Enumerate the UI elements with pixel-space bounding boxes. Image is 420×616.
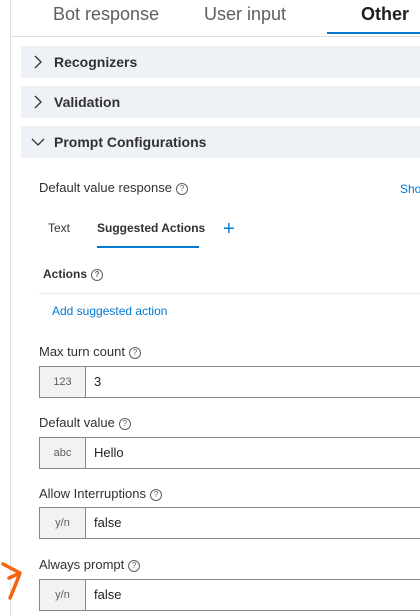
tab-other[interactable]: Other — [361, 4, 409, 25]
default-value-field[interactable]: abc Hello — [39, 437, 420, 469]
label-text: Default value response — [39, 180, 172, 195]
always-prompt-label: Always prompt? — [39, 557, 141, 572]
plus-icon[interactable]: + — [223, 218, 235, 241]
default-value-label: Default value? — [39, 415, 131, 430]
max-turn-count-label: Max turn count? — [39, 344, 141, 359]
field-type-prefix: 123 — [40, 367, 86, 397]
chevron-right-icon — [34, 95, 42, 109]
field-value[interactable]: 3 — [94, 374, 101, 389]
section-label: Prompt Configurations — [54, 134, 207, 150]
info-icon[interactable]: ? — [129, 347, 141, 359]
properties-panel: Bot response User input Other Recognizer… — [10, 0, 420, 616]
divider — [39, 293, 420, 294]
subtab-text[interactable]: Text — [48, 221, 70, 235]
tab-selected-indicator — [327, 32, 420, 34]
subtab-suggested-actions[interactable]: Suggested Actions — [97, 221, 205, 235]
always-prompt-field[interactable]: y/n false — [39, 579, 420, 611]
default-value-response-label: Default value response? — [39, 180, 188, 195]
label-text: Default value — [39, 415, 115, 430]
info-icon[interactable]: ? — [91, 269, 104, 281]
info-icon[interactable]: ? — [175, 183, 188, 195]
label-text: Max turn count — [39, 344, 125, 359]
max-turn-count-field[interactable]: 123 3 — [39, 366, 420, 398]
add-suggested-action-link[interactable]: Add suggested action — [52, 304, 167, 318]
annotation-arrow-icon — [1, 562, 22, 600]
actions-label: Actions? — [43, 267, 104, 281]
show-link[interactable]: Show — [400, 182, 420, 196]
field-type-prefix: abc — [40, 438, 86, 468]
allow-interruptions-label: Allow Interruptions? — [39, 486, 162, 501]
property-tabs: Bot response User input Other — [11, 0, 420, 37]
section-label: Validation — [54, 94, 121, 110]
field-value[interactable]: false — [94, 587, 121, 602]
label-text: Actions — [43, 267, 88, 281]
subtab-selected-indicator — [97, 246, 199, 248]
info-icon[interactable]: ? — [149, 489, 162, 501]
chevron-right-icon — [34, 55, 42, 69]
section-prompt-configurations[interactable]: Prompt Configurations — [21, 126, 420, 158]
field-value[interactable]: false — [94, 515, 121, 530]
label-text: Allow Interruptions — [39, 486, 146, 501]
info-icon[interactable]: ? — [118, 418, 131, 430]
field-type-prefix: y/n — [40, 580, 86, 610]
chevron-down-icon — [31, 138, 45, 146]
section-recognizers[interactable]: Recognizers — [21, 46, 420, 78]
section-validation[interactable]: Validation — [21, 86, 420, 118]
label-text: Always prompt — [39, 557, 125, 572]
info-icon[interactable]: ? — [128, 560, 141, 572]
field-type-prefix: y/n — [40, 508, 86, 538]
tab-bot-response[interactable]: Bot response — [53, 4, 159, 25]
field-value[interactable]: Hello — [94, 445, 124, 460]
section-label: Recognizers — [54, 54, 138, 70]
tab-user-input[interactable]: User input — [204, 4, 286, 25]
allow-interruptions-field[interactable]: y/n false — [39, 507, 420, 539]
